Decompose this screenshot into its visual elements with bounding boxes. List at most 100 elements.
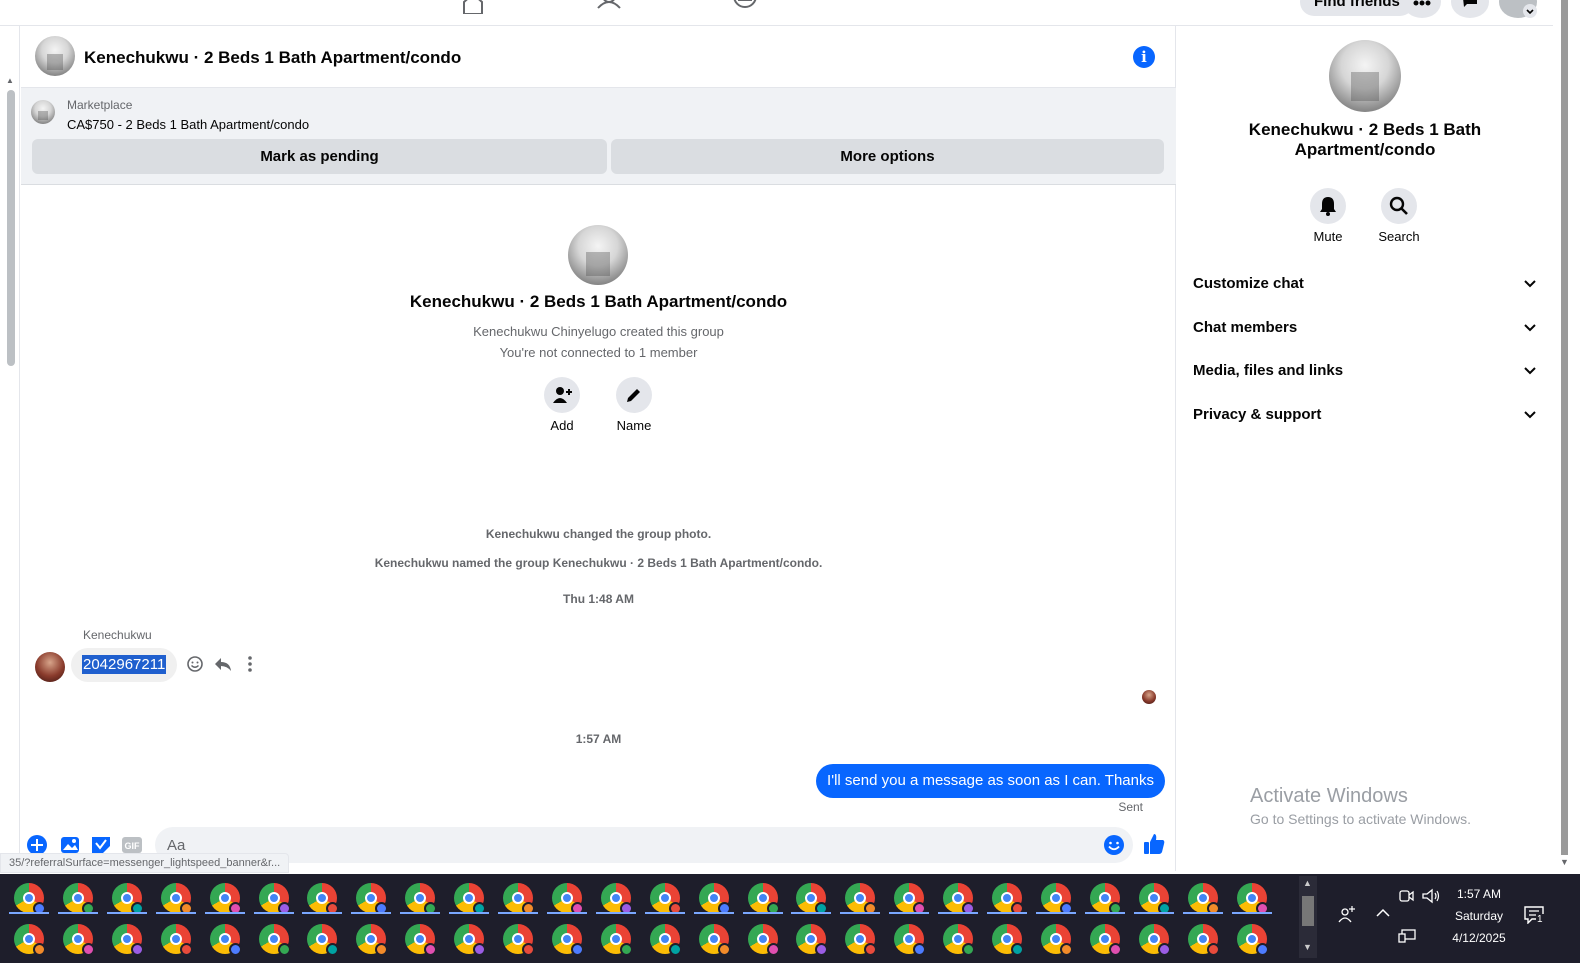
chrome-profile-icon[interactable] [894, 924, 926, 956]
chrome-profile-icon[interactable] [210, 883, 242, 915]
chrome-profile-icon[interactable] [14, 924, 46, 956]
thumbs-up-icon[interactable] [1142, 832, 1166, 856]
chrome-profile-icon[interactable] [992, 883, 1024, 915]
chrome-profile-icon[interactable] [356, 924, 388, 956]
chrome-profile-icon[interactable] [699, 883, 731, 915]
chrome-profile-icon[interactable] [307, 924, 339, 956]
chrome-profile-icon[interactable] [1237, 924, 1269, 956]
chrome-profile-icon[interactable] [503, 924, 535, 956]
chrome-profile-icon[interactable] [601, 883, 633, 915]
chrome-profile-icon[interactable] [796, 924, 828, 956]
messenger-button[interactable] [1451, 0, 1489, 18]
chrome-profile-icon[interactable] [601, 924, 633, 956]
message-input[interactable] [155, 827, 1133, 863]
chrome-profile-icon[interactable] [503, 883, 535, 915]
react-icon[interactable] [185, 654, 205, 674]
home-icon[interactable] [460, 0, 486, 14]
chrome-profile-icon[interactable] [161, 883, 193, 915]
chrome-profile-icon[interactable] [454, 883, 486, 915]
left-scrollbar[interactable]: ▲ [0, 26, 20, 871]
chevron-up-icon[interactable]: ▲ [1303, 878, 1312, 888]
media-files-links-section[interactable]: Media, files and links [1193, 356, 1543, 386]
chrome-profile-icon[interactable] [650, 883, 682, 915]
name-group-button[interactable] [616, 377, 652, 413]
clock-date[interactable]: 4/12/2025 [1434, 931, 1524, 945]
chrome-profile-icon[interactable] [307, 883, 339, 915]
chrome-profile-icon[interactable] [1139, 924, 1171, 956]
marketplace-icon[interactable] [732, 0, 758, 14]
mark-as-pending-button[interactable]: Mark as pending [32, 139, 607, 174]
chrome-profile-icon[interactable] [405, 924, 437, 956]
search-button[interactable] [1381, 188, 1417, 224]
page-scrollbar[interactable]: ▼ [1553, 0, 1580, 871]
chrome-profile-icon[interactable] [63, 883, 95, 915]
chrome-profile-icon[interactable] [1090, 924, 1122, 956]
chrome-profile-icon[interactable] [552, 924, 584, 956]
chrome-profile-icon[interactable] [845, 883, 877, 915]
reply-icon[interactable] [213, 654, 233, 674]
chrome-profile-icon[interactable] [992, 924, 1024, 956]
more-options-button[interactable]: More options [611, 139, 1164, 174]
chrome-profile-icon[interactable] [845, 924, 877, 956]
chrome-profile-icon[interactable] [259, 924, 291, 956]
chrome-profile-icon[interactable] [259, 883, 291, 915]
chrome-profile-icon[interactable] [943, 883, 975, 915]
emoji-icon[interactable] [1103, 834, 1125, 856]
chrome-profile-icon[interactable] [1237, 883, 1269, 915]
scroll-down-arrow-icon[interactable]: ▼ [1560, 857, 1569, 867]
chrome-profile-icon[interactable] [1188, 924, 1220, 956]
chrome-profile-icon[interactable] [63, 924, 95, 956]
chrome-profile-icon[interactable] [1041, 924, 1073, 956]
outgoing-message-bubble[interactable]: I'll send you a message as soon as I can… [816, 764, 1165, 798]
details-group-avatar[interactable] [1329, 40, 1401, 112]
chat-title[interactable]: Kenechukwu · 2 Beds 1 Bath Apartment/con… [84, 48, 461, 68]
mute-button[interactable] [1310, 188, 1346, 224]
chrome-profile-icon[interactable] [1041, 883, 1073, 915]
chrome-profile-icon[interactable] [454, 924, 486, 956]
chevron-up-icon[interactable] [1376, 908, 1390, 918]
people-icon[interactable] [1338, 906, 1356, 924]
chrome-profile-icon[interactable] [356, 883, 388, 915]
chrome-profile-icon[interactable] [112, 883, 144, 915]
listing-thumbnail[interactable] [31, 100, 55, 124]
chrome-profile-icon[interactable] [405, 883, 437, 915]
notification-center[interactable]: 1 [1524, 906, 1546, 928]
chrome-profile-icon[interactable] [650, 924, 682, 956]
sender-avatar[interactable] [35, 652, 65, 682]
incoming-message-bubble[interactable]: 2042967211 [71, 648, 178, 682]
incoming-message-text[interactable]: 2042967211 [82, 655, 167, 674]
more-vertical-icon[interactable] [240, 654, 260, 674]
listing-title[interactable]: CA$750 - 2 Beds 1 Bath Apartment/condo [67, 117, 309, 132]
page-scrollbar-thumb[interactable] [1561, 0, 1568, 855]
scrollbar-thumb[interactable] [7, 90, 15, 366]
menu-button[interactable] [1403, 0, 1441, 18]
friends-icon[interactable] [596, 0, 622, 14]
chrome-profile-icon[interactable] [748, 883, 780, 915]
chrome-profile-icon[interactable] [748, 924, 780, 956]
scroll-up-arrow-icon[interactable]: ▲ [6, 76, 14, 85]
chrome-profile-icon[interactable] [796, 883, 828, 915]
group-avatar[interactable] [35, 36, 75, 76]
account-avatar[interactable] [1499, 0, 1537, 18]
add-member-button[interactable] [544, 377, 580, 413]
find-friends-button[interactable]: Find friends [1300, 0, 1414, 16]
info-icon[interactable]: i [1133, 46, 1155, 68]
privacy-support-section[interactable]: Privacy & support [1193, 400, 1543, 430]
clock-time[interactable]: 1:57 AM [1434, 887, 1524, 901]
chrome-profile-icon[interactable] [699, 924, 731, 956]
chat-members-section[interactable]: Chat members [1193, 313, 1543, 343]
chrome-profile-icon[interactable] [14, 883, 46, 915]
chrome-profile-icon[interactable] [943, 924, 975, 956]
clock-day[interactable]: Saturday [1434, 909, 1524, 923]
taskbar-scroll[interactable]: ▲ ▼ [1299, 876, 1317, 958]
chrome-profile-icon[interactable] [894, 883, 926, 915]
chrome-profile-icon[interactable] [552, 883, 584, 915]
customize-chat-section[interactable]: Customize chat [1193, 269, 1543, 299]
chrome-profile-icon[interactable] [1139, 883, 1171, 915]
chrome-profile-icon[interactable] [1090, 883, 1122, 915]
chrome-profile-icon[interactable] [210, 924, 242, 956]
network-icon[interactable] [1398, 928, 1416, 944]
meet-now-icon[interactable] [1398, 888, 1414, 904]
chrome-profile-icon[interactable] [112, 924, 144, 956]
chrome-profile-icon[interactable] [161, 924, 193, 956]
